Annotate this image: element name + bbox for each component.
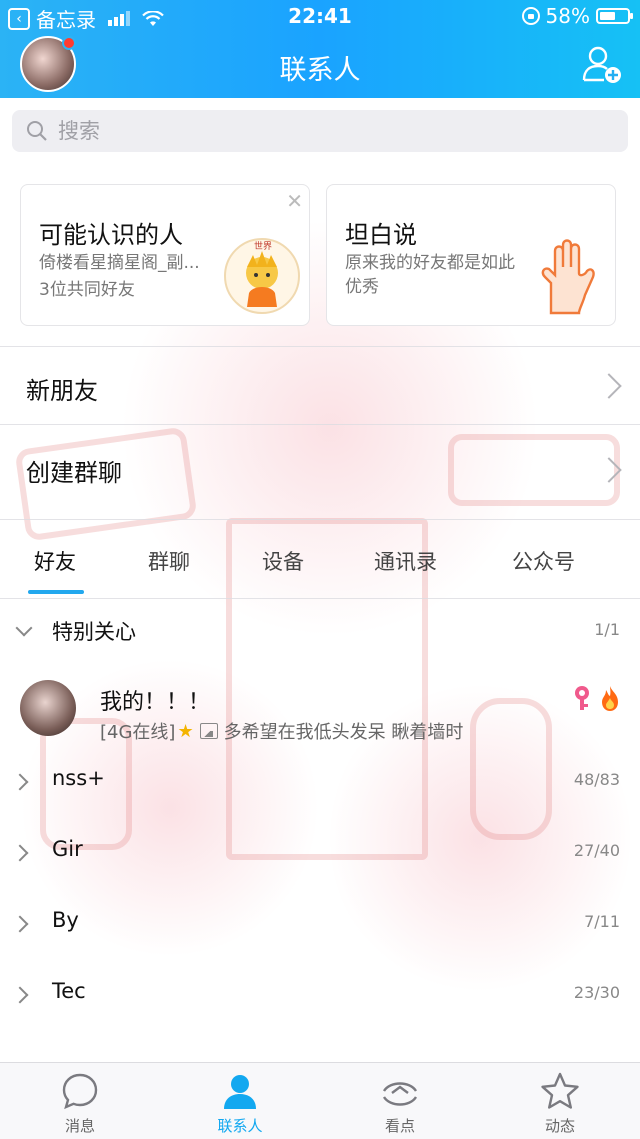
online-status: [4G在线] <box>100 722 176 743</box>
chevron-right-icon <box>11 986 29 1004</box>
card-detail: 3位共同好友 <box>39 280 135 300</box>
tab-devices[interactable]: 设备 <box>262 546 304 576</box>
group-name: Gir <box>52 837 83 861</box>
star-icon <box>541 1072 579 1109</box>
group-count: 7/11 <box>584 912 620 931</box>
group-header-special[interactable]: 特别关心 1/1 <box>0 600 640 670</box>
tabbar-label: 联系人 <box>217 1117 263 1135</box>
contacts-tabs: 好友 群聊 设备 通讯录 公众号 <box>0 520 640 599</box>
group-name: By <box>52 908 79 932</box>
new-friends-label: 新朋友 <box>26 377 98 405</box>
chevron-right-icon <box>596 457 622 483</box>
chevron-right-icon <box>596 373 622 399</box>
search-area <box>0 98 640 166</box>
card-subtitle: 倚楼看星摘星阁_副... <box>39 253 200 273</box>
group-name: 特别关心 <box>52 620 136 644</box>
navigation-bar: ‹ 备忘录 22:41 58% 联系人 <box>0 0 640 98</box>
page-title: 联系人 <box>279 55 361 86</box>
chevron-right-icon <box>11 844 29 862</box>
people-you-may-know-card[interactable]: ✕ 可能认识的人 倚楼看星摘星阁_副... 3位共同好友 世界 <box>20 184 310 326</box>
group-header[interactable]: nss+ 48/83 <box>0 750 640 820</box>
tab-official-accounts[interactable]: 公众号 <box>512 546 575 576</box>
group-header[interactable]: By 7/11 <box>0 892 640 962</box>
search-input[interactable] <box>56 118 560 144</box>
search-icon <box>27 121 47 141</box>
create-group-chat-row[interactable]: 创建群聊 <box>0 424 640 520</box>
card-title: 可能认识的人 <box>39 221 183 249</box>
tabbar-label: 消息 <box>64 1117 95 1135</box>
recommendation-cards: ✕ 可能认识的人 倚楼看星摘星阁_副... 3位共同好友 世界 坦白说 原来我的… <box>0 166 640 344</box>
tabbar-label: 动态 <box>544 1117 575 1135</box>
thumb-text: 世界 <box>254 240 272 252</box>
group-header[interactable]: Tec 23/30 <box>0 963 640 1033</box>
contact-name: 我的！！！ <box>100 690 211 715</box>
orientation-lock-icon <box>521 7 540 25</box>
battery-percent: 58% <box>545 4 590 28</box>
close-icon[interactable]: ✕ <box>286 189 303 213</box>
contact-row[interactable]: 我的！！！ [4G在线] ★ 多希望在我低头发呆 瞅着墙时 <box>0 670 640 754</box>
group-count: 48/83 <box>573 770 620 789</box>
star-icon: ★ <box>177 720 194 742</box>
tabbar-messages[interactable]: 消息 <box>0 1063 160 1139</box>
search-bar[interactable] <box>12 110 628 152</box>
card-subtitle: 原来我的好友都是如此优秀 <box>345 253 515 297</box>
status-right: 58% <box>521 4 633 28</box>
chevron-right-icon <box>11 773 29 791</box>
card-title: 坦白说 <box>345 221 417 249</box>
suggested-friend-avatar: 世界 <box>224 238 300 314</box>
group-count: 1/1 <box>594 620 620 639</box>
tabbar-contacts[interactable]: 联系人 <box>160 1063 320 1139</box>
discover-icon <box>382 1082 418 1106</box>
chevron-right-icon <box>11 915 29 933</box>
hand-gesture-icon <box>541 239 595 315</box>
avatar <box>20 680 76 736</box>
group-name: Tec <box>52 979 86 1003</box>
group-header[interactable]: Gir 27/40 <box>0 821 640 891</box>
tab-groups[interactable]: 群聊 <box>148 546 190 576</box>
contact-signature: 多希望在我低头发呆 瞅着墙时 <box>223 722 464 743</box>
image-icon <box>199 723 218 739</box>
status-bar: ‹ 备忘录 22:41 58% <box>0 0 640 34</box>
add-contact-icon[interactable] <box>580 42 624 86</box>
active-tab-indicator <box>28 590 84 594</box>
chevron-down-icon <box>15 619 33 637</box>
contact-status: [4G在线] ★ 多希望在我低头发呆 瞅着墙时 <box>100 718 463 744</box>
group-name: nss+ <box>52 766 105 790</box>
new-friends-row[interactable]: 新朋友 <box>0 346 640 424</box>
tab-address-book[interactable]: 通讯录 <box>374 546 437 576</box>
create-group-label: 创建群聊 <box>26 459 122 487</box>
group-count: 23/30 <box>573 983 620 1002</box>
tabbar-label: 看点 <box>384 1117 415 1135</box>
fire-badge-icon <box>602 686 618 711</box>
group-count: 27/40 <box>573 841 620 860</box>
message-icon <box>62 1073 98 1110</box>
tab-friends[interactable]: 好友 <box>34 546 76 576</box>
tabbar-moments[interactable]: 动态 <box>480 1063 640 1139</box>
battery-icon <box>596 8 633 24</box>
tell-truth-card[interactable]: 坦白说 原来我的好友都是如此优秀 <box>326 184 616 326</box>
bottom-tab-bar: 消息 联系人 看点 动态 <box>0 1062 640 1139</box>
tabbar-discover[interactable]: 看点 <box>320 1063 480 1139</box>
contacts-icon <box>224 1075 256 1109</box>
key-badge-icon <box>575 686 589 710</box>
contact-badges <box>570 684 622 712</box>
